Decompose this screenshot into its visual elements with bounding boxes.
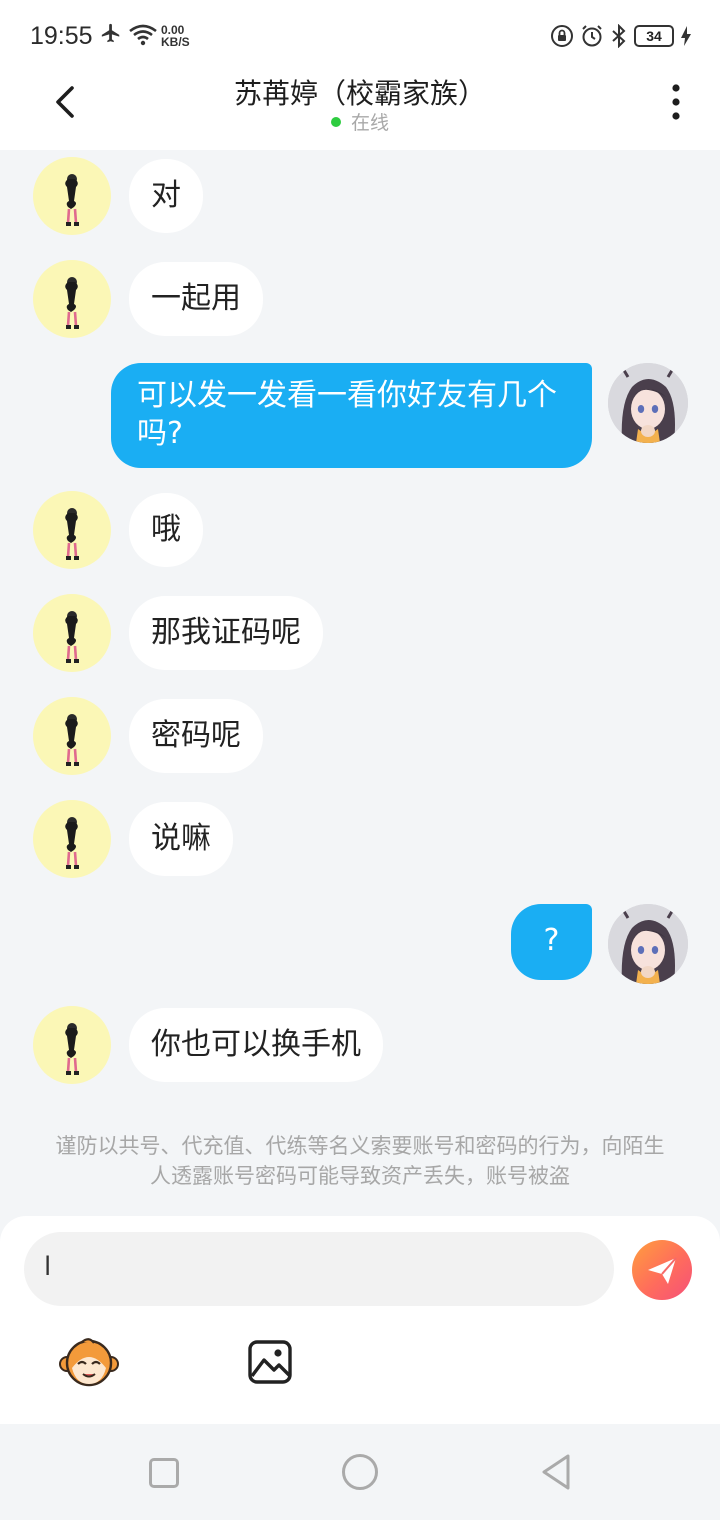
more-options-button[interactable] — [660, 82, 692, 122]
message-input[interactable] — [24, 1232, 614, 1306]
contact-avatar[interactable] — [33, 157, 111, 235]
network-speed-unit: KB/S — [161, 35, 190, 49]
contact-avatar[interactable] — [33, 594, 111, 672]
online-status: 在线 — [0, 108, 720, 135]
more-vertical-icon — [672, 84, 680, 120]
system-nav-bar — [0, 1424, 720, 1520]
contact-avatar[interactable] — [33, 697, 111, 775]
message-bubble-received: 对 — [129, 159, 203, 233]
send-button[interactable] — [632, 1240, 692, 1300]
airplane-icon — [100, 22, 122, 48]
message-bubble-received: 一起用 — [129, 262, 263, 336]
message-bubble-sent: ? — [511, 904, 592, 980]
image-icon — [248, 1340, 292, 1384]
alarm-icon — [582, 25, 602, 47]
bluetooth-icon — [612, 24, 626, 48]
system-back-button[interactable] — [538, 1452, 574, 1496]
charging-icon — [681, 26, 691, 46]
message-bubble-received: 哦 — [129, 493, 203, 567]
paper-plane-icon — [648, 1257, 677, 1284]
contact-avatar[interactable] — [33, 491, 111, 569]
contact-avatar[interactable] — [33, 1006, 111, 1084]
message-bubble-received: 那我证码呢 — [129, 596, 323, 670]
message-bubble-sent: 可以发一发看一看你好友有几个吗? — [111, 363, 592, 468]
my-avatar[interactable] — [608, 363, 688, 443]
my-avatar[interactable] — [608, 904, 688, 984]
emoji-button[interactable] — [58, 1334, 120, 1390]
recent-apps-button[interactable] — [149, 1458, 179, 1488]
wifi-icon — [128, 24, 158, 50]
status-right-icons: 34 — [550, 24, 692, 48]
monkey-emoji-icon — [59, 1338, 119, 1387]
input-panel: l — [0, 1216, 720, 1424]
status-bar: 19:55 0.00 KB/S 34 — [0, 0, 720, 72]
chat-title: 苏苒婷（校霸家族） — [233, 77, 486, 110]
security-warning: 谨防以共号、代充值、代练等名义索要账号和密码的行为，向陌生人透露账号密码可能导致… — [55, 1134, 665, 1188]
rotation-lock-icon — [551, 25, 573, 47]
message-bubble-received: 你也可以换手机 — [129, 1008, 383, 1082]
status-time: 19:55 — [30, 22, 93, 50]
message-bubble-received: 说嘛 — [129, 802, 233, 876]
message-input-text: l — [44, 1252, 52, 1282]
contact-avatar[interactable] — [33, 260, 111, 338]
online-status-label: 在线 — [350, 112, 389, 134]
online-dot — [330, 116, 341, 127]
home-button[interactable] — [342, 1454, 378, 1490]
battery-indicator: 34 — [634, 25, 674, 47]
image-button[interactable] — [246, 1338, 294, 1386]
message-bubble-received: 密码呢 — [129, 699, 263, 773]
triangle-back-icon — [542, 1454, 570, 1490]
chat-header: 苏苒婷（校霸家族） 在线 — [0, 72, 720, 150]
contact-avatar[interactable] — [33, 800, 111, 878]
network-speed: 0.00 KB/S — [161, 24, 190, 48]
